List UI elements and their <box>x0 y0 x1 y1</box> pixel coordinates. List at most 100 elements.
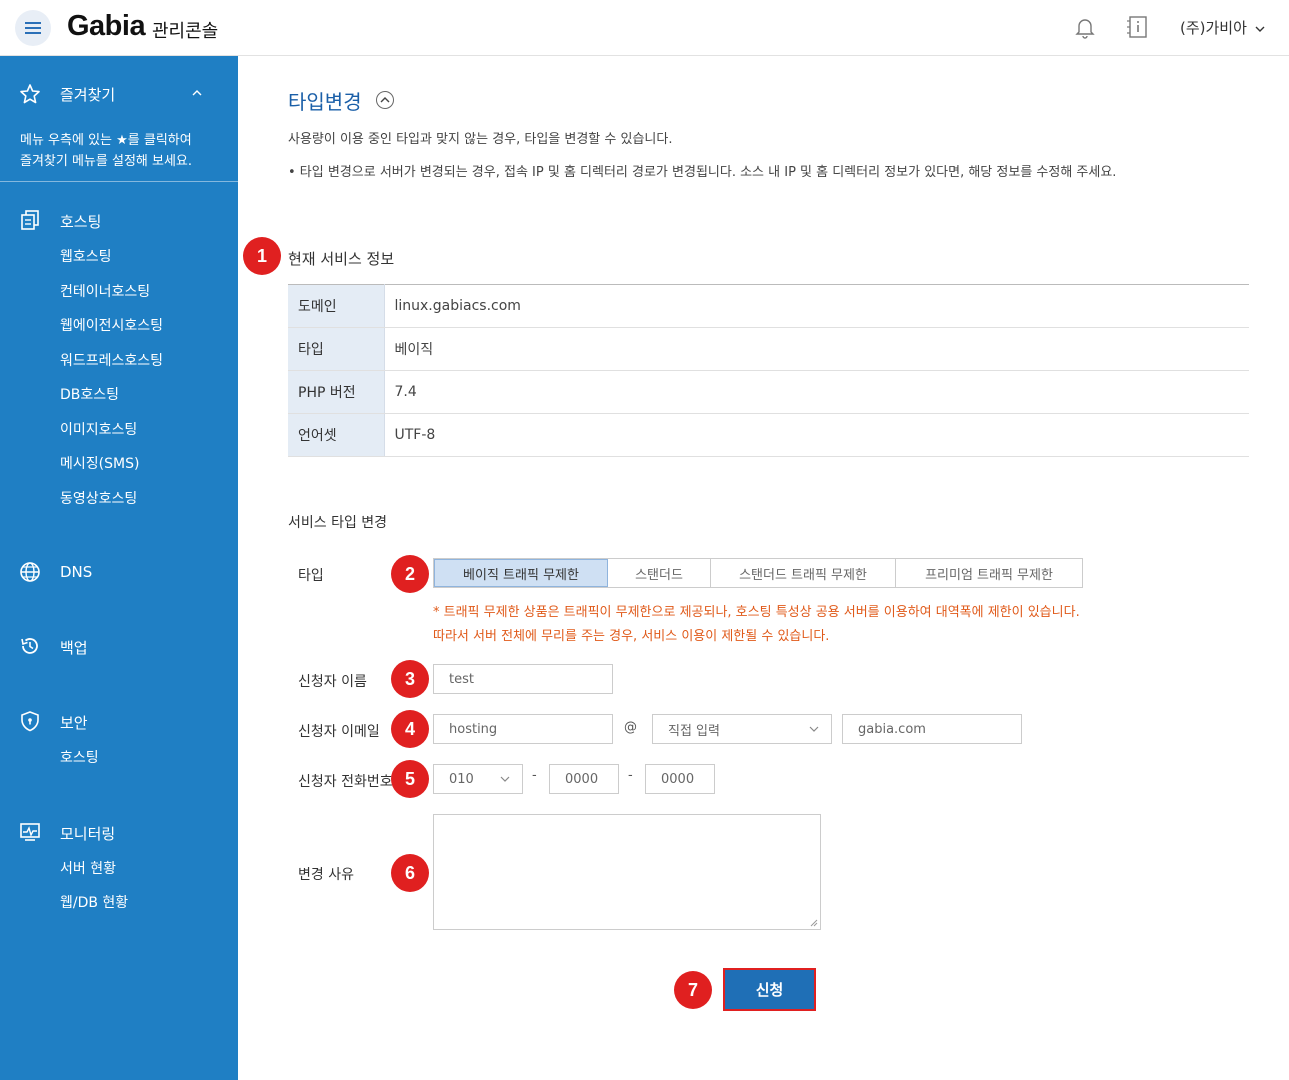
row-value: linux.gabiacs.com <box>384 284 1249 328</box>
row-label: 언어셋 <box>288 413 385 457</box>
sidebar-subitem-container-hosting[interactable]: 컨테이너호스팅 <box>60 281 150 301</box>
type-option-basic-unlimited[interactable]: 베이직 트래픽 무제한 <box>434 559 608 587</box>
row-label: PHP 버전 <box>288 370 385 414</box>
type-option-standard[interactable]: 스탠더드 <box>608 559 711 587</box>
bell-icon[interactable] <box>1073 15 1097 39</box>
chevron-down-icon <box>809 726 819 732</box>
sidebar-subitem-messaging[interactable]: 메시징(SMS) <box>60 453 139 473</box>
sidebar-item-label: 백업 <box>60 639 88 657</box>
phone-middle-input[interactable]: 0000 <box>549 764 619 794</box>
step-badge-6: 6 <box>391 854 429 892</box>
phone-separator: - <box>628 768 633 783</box>
shield-icon <box>21 711 39 732</box>
collapse-button[interactable] <box>376 91 394 109</box>
table-row: 언어셋 UTF-8 <box>288 413 1249 457</box>
history-icon <box>21 638 38 654</box>
type-option-premium-unlimited[interactable]: 프리미엄 트래픽 무제한 <box>896 559 1082 587</box>
help-line-2: 즐겨찾기 메뉴를 설정해 보세요. <box>20 154 193 169</box>
sidebar-item-security[interactable]: 보안 <box>0 710 238 734</box>
step-badge-5: 5 <box>391 760 429 798</box>
row-value: 7.4 <box>384 370 1249 414</box>
name-label: 신청자 이름 <box>298 674 367 690</box>
email-domain-select[interactable]: 직접 입력 <box>652 714 832 744</box>
chevron-down-icon <box>1255 26 1265 32</box>
sidebar-item-favorites[interactable]: 즐겨찾기 <box>0 83 238 107</box>
current-info-title: 현재 서비스 정보 <box>288 250 395 268</box>
step-badge-7: 7 <box>674 971 712 1009</box>
help-line-1: 메뉴 우측에 있는 ★를 클릭하여 <box>20 133 192 148</box>
row-label: 도메인 <box>288 284 385 328</box>
sidebar-item-label: 모니터링 <box>60 825 116 843</box>
table-row: 도메인 linux.gabiacs.com <box>288 284 1249 328</box>
row-value: 베이직 <box>384 327 1249 371</box>
sidebar-subitem-webagency-hosting[interactable]: 웹에이전시호스팅 <box>60 315 163 335</box>
sidebar-subitem-security-hosting[interactable]: 호스팅 <box>60 747 99 767</box>
hamburger-menu-button[interactable] <box>15 10 51 46</box>
page-title: 타입변경 <box>288 90 362 114</box>
page-description: 사용량이 이용 중인 타입과 맞지 않는 경우, 타입을 변경할 수 있습니다. <box>288 132 673 147</box>
reason-label: 변경 사유 <box>298 867 354 883</box>
type-selector: 베이직 트래픽 무제한 스탠더드 스탠더드 트래픽 무제한 프리미엄 트래픽 무… <box>433 558 1083 588</box>
star-icon <box>20 84 40 104</box>
sidebar-item-monitoring[interactable]: 모니터링 <box>0 821 238 845</box>
email-id-input[interactable]: hosting <box>433 714 613 744</box>
sidebar-item-backup[interactable]: 백업 <box>0 635 238 659</box>
menu-icon <box>25 22 41 34</box>
sidebar-subitem-server-status[interactable]: 서버 현황 <box>60 858 116 878</box>
select-value: 직접 입력 <box>668 723 720 739</box>
sidebar-subitem-image-hosting[interactable]: 이미지호스팅 <box>60 419 137 439</box>
row-label: 타입 <box>288 327 385 371</box>
top-bar: Gabia 관리콘솔 (주)가비아 <box>0 0 1289 56</box>
step-badge-3: 3 <box>391 660 429 698</box>
sidebar-item-dns[interactable]: DNS <box>0 561 238 585</box>
sidebar-subitem-web-hosting[interactable]: 웹호스팅 <box>60 246 112 266</box>
sidebar-item-label: 즐겨찾기 <box>60 86 116 104</box>
table-row: 타입 베이직 <box>288 327 1249 371</box>
type-option-standard-unlimited[interactable]: 스탠더드 트래픽 무제한 <box>711 559 896 587</box>
chevron-up-icon <box>380 97 390 103</box>
phone-separator: - <box>532 768 537 783</box>
page-notice: • 타입 변경으로 서버가 변경되는 경우, 접속 IP 및 홈 디렉터리 경로… <box>288 165 1117 180</box>
reason-textarea[interactable] <box>433 814 821 930</box>
phone-label: 신청자 전화번호 <box>298 774 393 790</box>
step-badge-2: 2 <box>391 555 429 593</box>
traffic-notice-1: * 트래픽 무제한 상품은 트래픽이 무제한으로 제공되나, 호스팅 특성상 공… <box>433 605 1080 620</box>
sidebar: 즐겨찾기 메뉴 우측에 있는 ★를 클릭하여 즐겨찾기 메뉴를 설정해 보세요.… <box>0 56 238 1080</box>
phone-last-input[interactable]: 0000 <box>645 764 715 794</box>
sidebar-subitem-video-hosting[interactable]: 동영상호스팅 <box>60 488 137 508</box>
divider <box>0 181 238 182</box>
table-row: PHP 버전 7.4 <box>288 370 1249 414</box>
change-form-title: 서비스 타입 변경 <box>288 515 388 531</box>
sidebar-item-label: 호스팅 <box>60 213 102 231</box>
sidebar-item-hosting[interactable]: 호스팅 <box>0 209 238 233</box>
main-content: 타입변경 사용량이 이용 중인 타입과 맞지 않는 경우, 타입을 변경할 수 … <box>238 56 1289 1080</box>
select-value: 010 <box>449 771 474 787</box>
phone-prefix-select[interactable]: 010 <box>433 764 523 794</box>
traffic-notice-2: 따라서 서버 전체에 무리를 주는 경우, 서비스 이용이 제한될 수 있습니다… <box>433 629 830 644</box>
sidebar-item-label: 보안 <box>60 714 88 732</box>
sidebar-subitem-wordpress-hosting[interactable]: 워드프레스호스팅 <box>60 350 163 370</box>
step-badge-1: 1 <box>243 237 281 275</box>
resize-handle-icon[interactable] <box>810 919 818 927</box>
sidebar-item-label: DNS <box>60 563 93 581</box>
email-label: 신청자 이메일 <box>298 724 380 740</box>
name-input[interactable]: test <box>433 664 613 694</box>
chevron-down-icon <box>500 776 510 782</box>
type-label: 타입 <box>298 568 324 584</box>
company-menu[interactable]: (주)가비아 <box>1180 17 1265 38</box>
sidebar-subitem-db-hosting[interactable]: DB호스팅 <box>60 384 119 404</box>
email-domain-input[interactable]: gabia.com <box>842 714 1022 744</box>
monitor-chart-icon <box>20 823 40 841</box>
sidebar-subitem-web-db-status[interactable]: 웹/DB 현황 <box>60 892 128 912</box>
current-service-table: 도메인 linux.gabiacs.com 타입 베이직 PHP 버전 7.4 … <box>288 284 1249 457</box>
favorites-help-text: 메뉴 우측에 있는 ★를 클릭하여 즐겨찾기 메뉴를 설정해 보세요. <box>20 130 220 172</box>
company-name: (주)가비아 <box>1180 19 1247 37</box>
info-document-icon[interactable] <box>1126 15 1150 39</box>
logo-subtitle: 관리콘솔 <box>152 21 219 42</box>
chevron-up-icon[interactable] <box>192 89 202 97</box>
submit-button[interactable]: 신청 <box>723 968 816 1011</box>
row-value: UTF-8 <box>384 413 1249 457</box>
logo[interactable]: Gabia <box>67 10 146 43</box>
globe-icon <box>20 562 40 582</box>
step-badge-4: 4 <box>391 710 429 748</box>
